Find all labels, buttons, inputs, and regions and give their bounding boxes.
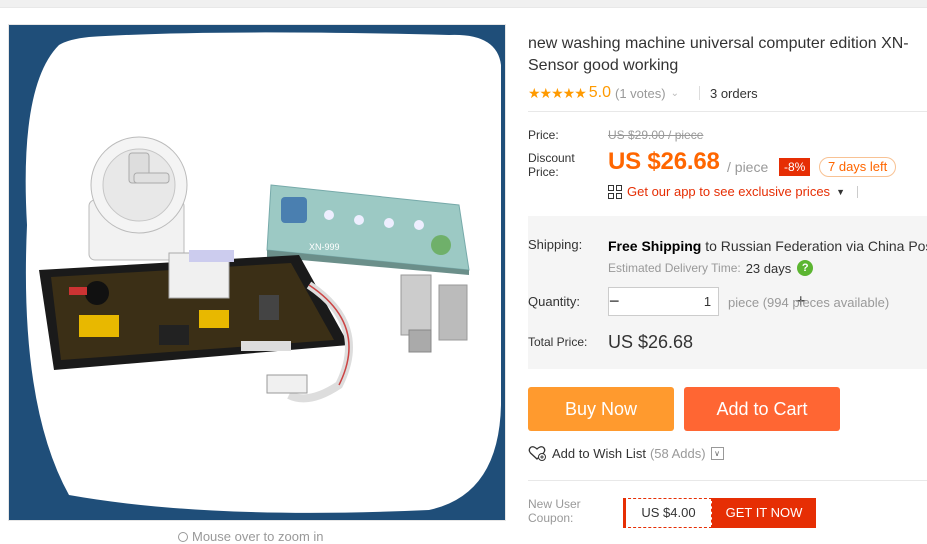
divider — [528, 111, 927, 112]
product-photo: XN-999 — [9, 25, 505, 520]
wishlist-row[interactable]: Add to Wish List (58 Adds) ∨ — [528, 445, 724, 461]
quantity-stepper: − + — [608, 287, 806, 316]
caret-down-icon[interactable]: ▼ — [836, 187, 845, 197]
divider — [856, 185, 858, 198]
decrease-button[interactable]: − — [609, 288, 620, 315]
free-shipping-text: Free Shipping — [608, 238, 702, 254]
wishlist-link[interactable]: Add to Wish List — [552, 446, 646, 461]
rating-score: 5.0 — [588, 84, 612, 101]
order-count: 3 orders — [709, 85, 758, 101]
product-title: new washing machine universal computer e… — [528, 33, 927, 77]
divider — [698, 86, 700, 100]
product-image[interactable]: XN-999 — [8, 24, 506, 521]
original-price: US $29.00 / piece — [608, 128, 704, 142]
product-gallery: XN-999 Mouse over to zoom in — [0, 22, 512, 544]
coupon-label-line-1: New User — [528, 497, 581, 511]
discount-badge: -8% — [779, 158, 811, 176]
pressure-sensor — [88, 136, 188, 261]
zoom-hint-text: Mouse over to zoom in — [192, 529, 324, 544]
add-to-cart-button[interactable]: Add to Cart — [684, 387, 840, 431]
magnifier-icon — [178, 532, 188, 542]
app-promo-link[interactable]: Get our app to see exclusive prices — [627, 184, 830, 199]
new-user-coupon: US $4.00 GET IT NOW — [623, 498, 816, 528]
discount-label-line-1: Discount — [528, 151, 575, 165]
chevron-down-icon[interactable]: ⌄ — [671, 88, 679, 99]
help-icon[interactable]: ? — [797, 260, 814, 276]
heart-plus-icon — [528, 446, 546, 461]
zoom-hint: Mouse over to zoom in — [178, 529, 324, 544]
discounted-price: US $26.68 — [608, 148, 720, 175]
total-price-label: Total Price: — [528, 335, 588, 349]
title-line-2: Sensor good working — [528, 57, 679, 74]
connectors — [400, 274, 468, 353]
quantity-label: Quantity: — [528, 294, 581, 309]
wishlist-count: (58 Adds) — [649, 445, 706, 461]
shipping-method[interactable]: Free Shipping to Russian Federation via … — [608, 238, 927, 254]
total-price: US $26.68 — [608, 332, 694, 352]
chevron-down-icon[interactable]: ∨ — [710, 446, 724, 460]
estimate-label: Estimated Delivery Time: — [608, 261, 741, 275]
coupon-amount: US $4.00 — [623, 498, 712, 528]
star-rating-icon: ★★★★★ — [528, 84, 587, 101]
votes-link[interactable]: (1 votes) — [615, 86, 666, 101]
delivery-estimate: Estimated Delivery Time: 23 days ? — [608, 260, 814, 276]
panel-label: XN-999 — [309, 242, 340, 252]
coupon-label: New User Coupon: — [528, 497, 581, 525]
coupon-label-line-2: Coupon: — [528, 511, 574, 525]
title-line-1: new washing machine universal computer e… — [528, 35, 909, 52]
buy-now-button[interactable]: Buy Now — [528, 387, 674, 431]
divider — [528, 480, 927, 481]
days-left-badge: 7 days left — [819, 157, 897, 177]
discount-price-label: Discount Price: — [528, 151, 575, 179]
pcb-board — [39, 250, 349, 370]
discount-label-line-2: Price: — [528, 165, 559, 179]
rating-row: ★★★★★ 5.0 (1 votes) ⌄ 3 orders — [528, 83, 758, 103]
product-details: new washing machine universal computer e… — [528, 0, 927, 540]
availability: piece (994 pieces available) — [728, 295, 890, 310]
shipping-destination: to Russian Federation via China Pos — [701, 238, 927, 254]
get-coupon-button[interactable]: GET IT NOW — [712, 498, 816, 528]
app-promo[interactable]: Get our app to see exclusive prices ▼ — [608, 184, 858, 199]
qr-code-icon — [608, 184, 622, 199]
price-unit: / piece — [727, 159, 769, 175]
shipping-label: Shipping: — [528, 237, 583, 252]
price-label: Price: — [528, 128, 559, 142]
estimate-value: 23 days — [745, 260, 792, 276]
